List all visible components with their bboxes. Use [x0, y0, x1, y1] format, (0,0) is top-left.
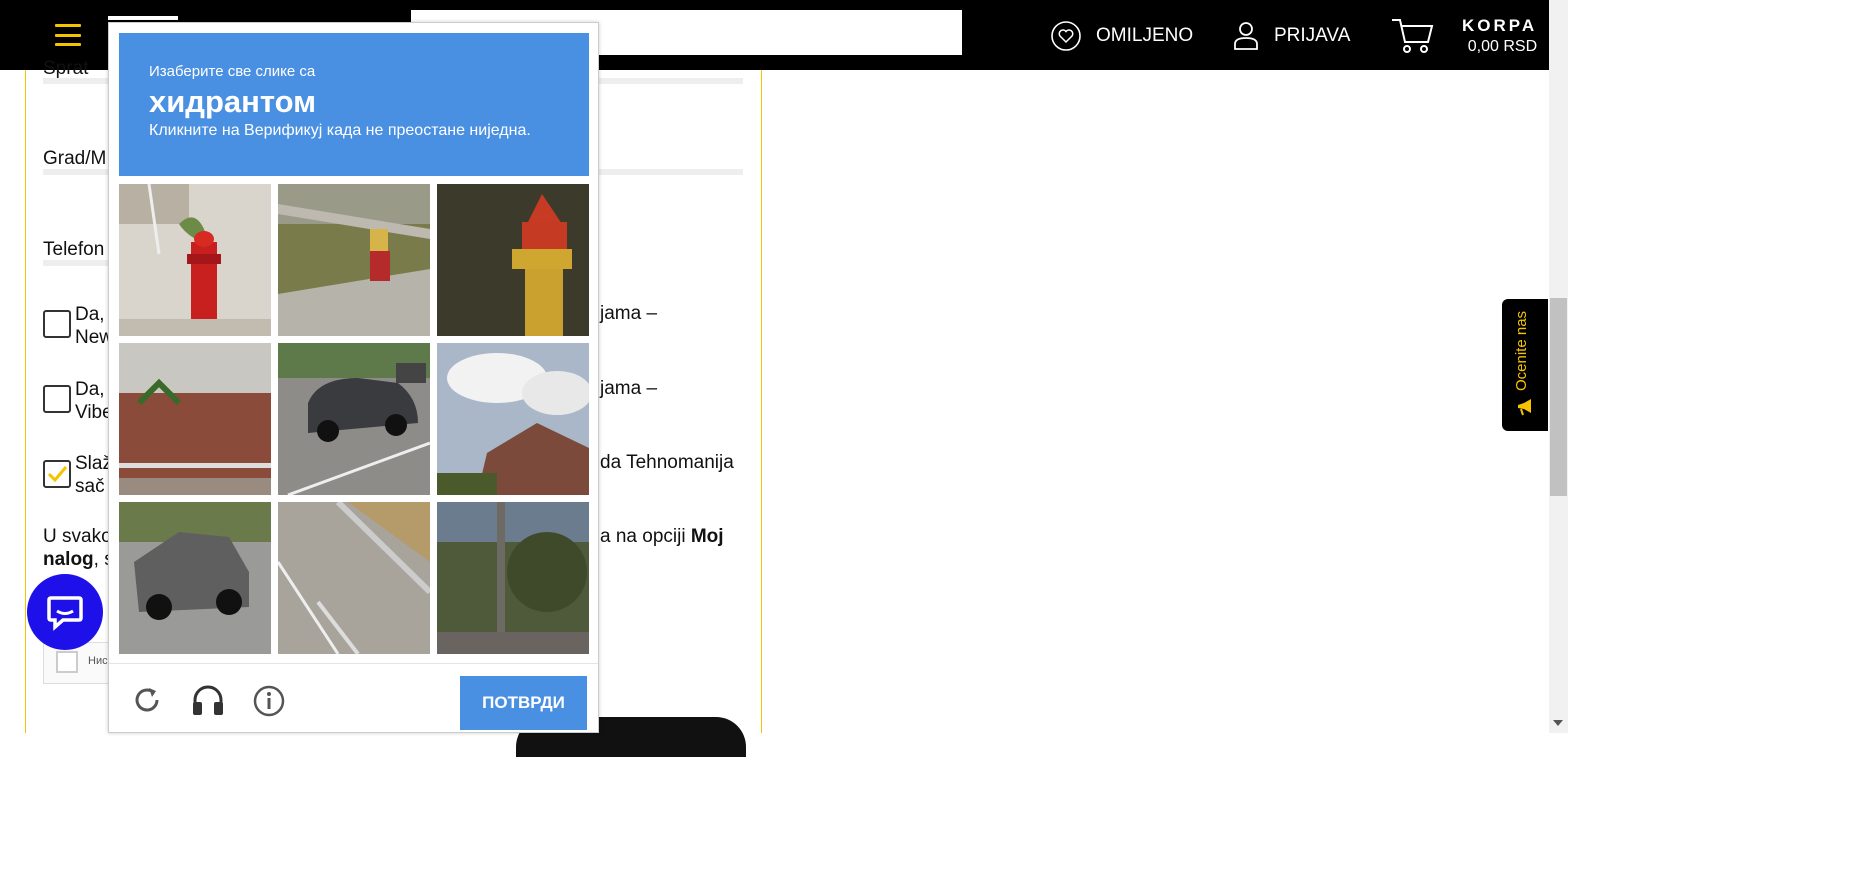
favorites-link[interactable]: OMILJENO	[1050, 20, 1193, 52]
cart-title: KORPA	[1462, 16, 1538, 35]
logo[interactable]	[108, 16, 178, 20]
captcha-tile-7[interactable]	[119, 502, 271, 654]
cart-total: 0,00 RSD	[1467, 38, 1538, 55]
newsletter-checkbox-1[interactable]	[43, 310, 71, 338]
captcha-tile-4[interactable]	[119, 343, 271, 495]
audio-icon[interactable]	[191, 684, 225, 716]
info-icon[interactable]	[252, 684, 286, 718]
user-icon	[1234, 22, 1258, 50]
info-text: U svako	[43, 526, 112, 547]
login-label: PRIJAVA	[1274, 25, 1351, 46]
heart-icon	[1051, 21, 1081, 51]
login-link[interactable]: PRIJAVA	[1232, 20, 1350, 52]
terms-text-2: sač	[75, 476, 105, 497]
newsletter2-text-right: jama –	[600, 378, 658, 399]
recaptcha-checkbox[interactable]	[56, 651, 78, 673]
scrollbar-thumb[interactable]	[1550, 298, 1567, 496]
refresh-icon[interactable]	[131, 684, 163, 716]
terms-checkbox[interactable]	[43, 460, 71, 488]
my-account-link[interactable]: Moj	[691, 526, 724, 547]
recaptcha-label: Нис	[88, 655, 108, 667]
megaphone-icon	[1518, 399, 1531, 416]
my-account-link-2[interactable]: nalog	[43, 549, 94, 570]
terms-text-right: da Tehnomanija	[600, 452, 734, 473]
menu-icon[interactable]	[55, 24, 81, 46]
captcha-footer: ПОТВРДИ	[109, 663, 598, 733]
chat-icon	[47, 596, 83, 631]
captcha-tile-9[interactable]	[437, 502, 589, 654]
terms-text: Slaž	[75, 453, 112, 474]
captcha-header: Изаберите све слике са хидрантом Кликнит…	[119, 33, 589, 176]
captcha-tile-grid	[119, 184, 589, 654]
rate-us-label: Ocenite nas	[1513, 310, 1530, 391]
newsletter-checkbox-2[interactable]	[43, 385, 71, 413]
info-text-right: a na opciji	[600, 526, 686, 547]
floor-label: Sprat	[43, 58, 89, 79]
captcha-tile-6[interactable]	[437, 343, 589, 495]
scroll-down-arrow[interactable]	[1553, 720, 1563, 726]
captcha-tile-3[interactable]	[437, 184, 589, 336]
captcha-tile-2[interactable]	[278, 184, 430, 336]
captcha-instruction: Изаберите све слике са	[149, 63, 316, 80]
favorites-label: OMILJENO	[1096, 25, 1194, 46]
captcha-tile-1[interactable]	[119, 184, 271, 336]
verify-button[interactable]: ПОТВРДИ	[460, 676, 587, 730]
cart-icon	[1392, 19, 1434, 53]
city-label: Grad/M	[43, 148, 107, 169]
captcha-target: хидрантом	[149, 84, 317, 119]
chat-button[interactable]	[27, 574, 103, 650]
captcha-note: Кликните на Верификуј када не преостане …	[149, 122, 531, 139]
check-icon	[47, 466, 68, 483]
cart-link[interactable]: KORPA 0,00 RSD	[1390, 16, 1537, 56]
newsletter1-text-right: jama –	[600, 303, 658, 324]
captcha-tile-8[interactable]	[278, 502, 430, 654]
rate-us-tab[interactable]: Ocenite nas	[1502, 299, 1548, 431]
captcha-dialog: Изаберите све слике са хидрантом Кликнит…	[108, 22, 599, 733]
phone-label: Telefon	[43, 239, 105, 260]
captcha-tile-5[interactable]	[278, 343, 430, 495]
